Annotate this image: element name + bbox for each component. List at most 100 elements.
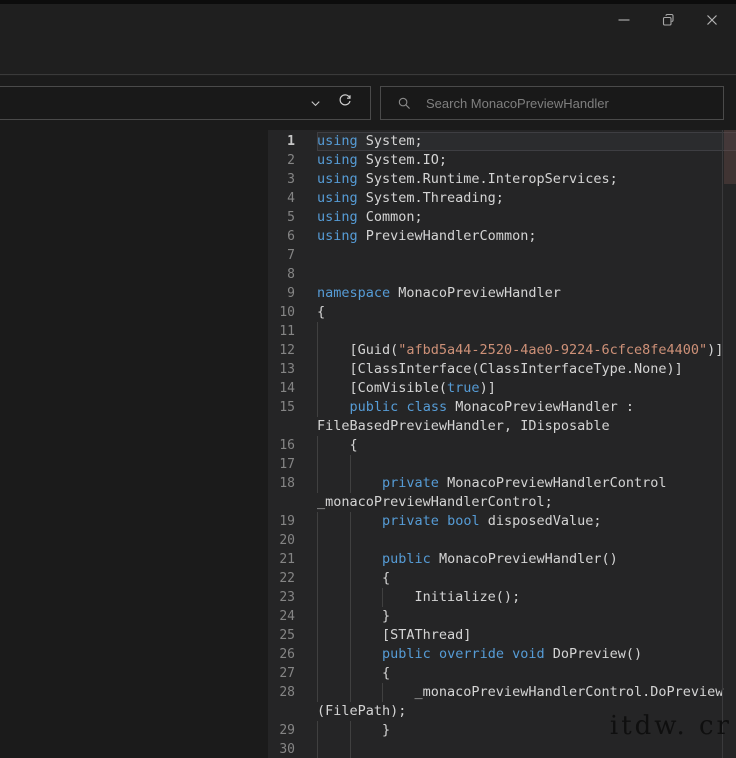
code-line-text: FileBasedPreviewHandler, IDisposable xyxy=(317,417,736,436)
indent-guide xyxy=(350,607,351,626)
code-rows: 1using System;2using System.IO;3using Sy… xyxy=(268,132,736,758)
code-line-text xyxy=(317,740,736,758)
code-line[interactable]: 22 { xyxy=(268,569,736,588)
line-number: 12 xyxy=(268,341,317,360)
code-line[interactable]: 26 public override void DoPreview() xyxy=(268,645,736,664)
code-line[interactable]: 8 xyxy=(268,265,736,284)
search-input[interactable] xyxy=(426,87,723,119)
code-line[interactable]: 19 private bool disposedValue; xyxy=(268,512,736,531)
caption-buttons xyxy=(602,6,734,34)
code-line[interactable]: _monacoPreviewHandlerControl; xyxy=(268,493,736,512)
code-line[interactable]: 13 [ClassInterface(ClassInterfaceType.No… xyxy=(268,360,736,379)
code-line[interactable]: 28 _monacoPreviewHandlerControl.DoPrevie… xyxy=(268,683,736,702)
restore-button[interactable] xyxy=(646,6,690,34)
indent-guide xyxy=(317,474,318,493)
code-line[interactable]: 5using Common; xyxy=(268,208,736,227)
code-line[interactable]: 9namespace MonacoPreviewHandler xyxy=(268,284,736,303)
indent-guide xyxy=(350,664,351,683)
code-line[interactable]: 25 [STAThread] xyxy=(268,626,736,645)
indent-guide xyxy=(317,664,318,683)
code-line[interactable]: 11 xyxy=(268,322,736,341)
close-icon xyxy=(704,12,720,28)
scrollbar-thumb[interactable] xyxy=(724,130,736,184)
indent-guide xyxy=(350,512,351,531)
code-line-text: [ComVisible(true)] xyxy=(317,379,736,398)
close-button[interactable] xyxy=(690,6,734,34)
code-editor[interactable]: 1using System;2using System.IO;3using Sy… xyxy=(268,130,736,758)
restore-icon xyxy=(660,12,676,28)
editor-scrollbar[interactable] xyxy=(722,130,736,758)
code-line[interactable]: 16 { xyxy=(268,436,736,455)
line-number: 4 xyxy=(268,189,317,208)
code-line[interactable]: 4using System.Threading; xyxy=(268,189,736,208)
indent-guide xyxy=(350,626,351,645)
line-number xyxy=(268,417,317,436)
line-number xyxy=(268,702,317,721)
code-line[interactable]: 1using System; xyxy=(268,132,736,151)
code-line[interactable]: FileBasedPreviewHandler, IDisposable xyxy=(268,417,736,436)
indent-guide xyxy=(317,398,318,417)
code-line-text: _monacoPreviewHandlerControl; xyxy=(317,493,736,512)
indent-guide xyxy=(317,436,318,455)
indent-guide xyxy=(317,341,318,360)
indent-guide xyxy=(350,683,351,702)
code-line[interactable]: 2using System.IO; xyxy=(268,151,736,170)
line-number: 26 xyxy=(268,645,317,664)
indent-guide xyxy=(350,645,351,664)
code-line[interactable]: 10{ xyxy=(268,303,736,322)
indent-guide xyxy=(350,455,351,474)
indent-guide xyxy=(317,740,318,758)
code-line[interactable]: 24 } xyxy=(268,607,736,626)
code-line-text: [STAThread] xyxy=(317,626,736,645)
line-number: 11 xyxy=(268,322,317,341)
code-line[interactable]: 18 private MonacoPreviewHandlerControl xyxy=(268,474,736,493)
line-number: 24 xyxy=(268,607,317,626)
code-line-text: using System.Runtime.InteropServices; xyxy=(317,170,736,189)
line-number: 1 xyxy=(268,132,317,151)
indent-guide xyxy=(317,531,318,550)
code-line-text: } xyxy=(317,607,736,626)
code-line[interactable]: 27 { xyxy=(268,664,736,683)
line-number: 17 xyxy=(268,455,317,474)
code-line[interactable]: 23 Initialize(); xyxy=(268,588,736,607)
code-line[interactable]: 12 [Guid("afbd5a44-2520-4ae0-9224-6cfce8… xyxy=(268,341,736,360)
code-line[interactable]: 21 public MonacoPreviewHandler() xyxy=(268,550,736,569)
title-bar[interactable] xyxy=(0,4,736,75)
code-line[interactable]: 15 public class MonacoPreviewHandler : xyxy=(268,398,736,417)
code-line[interactable]: 20 xyxy=(268,531,736,550)
line-number: 28 xyxy=(268,683,317,702)
line-number: 3 xyxy=(268,170,317,189)
line-number: 18 xyxy=(268,474,317,493)
refresh-button[interactable] xyxy=(330,88,360,118)
filetype-dropdown[interactable] xyxy=(0,86,371,120)
indent-guide xyxy=(350,474,351,493)
code-line-text xyxy=(317,455,736,474)
line-number: 16 xyxy=(268,436,317,455)
code-line[interactable]: 6using PreviewHandlerCommon; xyxy=(268,227,736,246)
indent-guide xyxy=(317,721,318,740)
line-number: 23 xyxy=(268,588,317,607)
code-line-text xyxy=(317,265,736,284)
code-line[interactable]: 14 [ComVisible(true)] xyxy=(268,379,736,398)
indent-guide xyxy=(382,588,383,607)
code-line[interactable]: 3using System.Runtime.InteropServices; xyxy=(268,170,736,189)
line-number: 30 xyxy=(268,740,317,758)
code-line-text: [ClassInterface(ClassInterfaceType.None)… xyxy=(317,360,736,379)
line-number: 29 xyxy=(268,721,317,740)
code-line-text xyxy=(317,531,736,550)
code-line-text: private MonacoPreviewHandlerControl xyxy=(317,474,736,493)
minimize-icon xyxy=(616,12,632,28)
code-line[interactable]: 17 xyxy=(268,455,736,474)
minimize-button[interactable] xyxy=(602,6,646,34)
indent-guide xyxy=(350,569,351,588)
indent-guide xyxy=(317,379,318,398)
chevron-down-icon[interactable] xyxy=(300,88,330,118)
code-line-text: public MonacoPreviewHandler() xyxy=(317,550,736,569)
code-line[interactable]: 30 xyxy=(268,740,736,758)
indent-guide xyxy=(317,645,318,664)
watermark: itdw. cr xyxy=(610,711,732,741)
code-line[interactable]: 7 xyxy=(268,246,736,265)
search-box xyxy=(380,86,724,120)
line-number: 7 xyxy=(268,246,317,265)
search-icon xyxy=(397,96,412,111)
